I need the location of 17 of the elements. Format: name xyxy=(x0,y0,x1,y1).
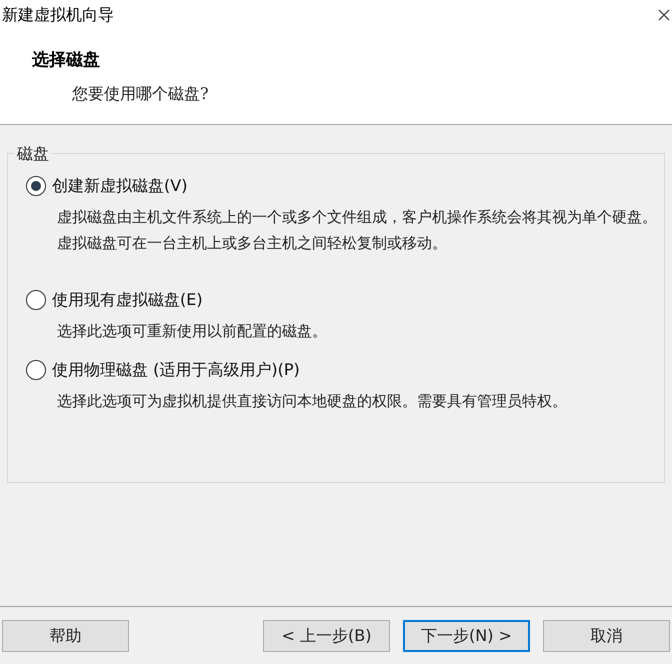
radio-option[interactable]: 使用物理磁盘 (适用于高级用户)(P) xyxy=(26,356,654,384)
close-icon[interactable] xyxy=(658,9,670,21)
option-description: 选择此选项可重新使用以前配置的磁盘。 xyxy=(57,321,328,342)
page-subtitle: 您要使用哪个磁盘? xyxy=(72,82,210,104)
radio-button[interactable] xyxy=(26,290,46,310)
radio-option[interactable]: 创建新虚拟磁盘(V) xyxy=(26,172,654,200)
radio-button[interactable] xyxy=(26,176,46,196)
radio-button[interactable] xyxy=(26,360,46,380)
radio-option[interactable]: 使用现有虚拟磁盘(E) xyxy=(26,286,654,314)
option-description: 选择此选项可为虚拟机提供直接访问本地硬盘的权限。需要具有管理员特权。 xyxy=(57,391,568,412)
window-title: 新建虚拟机向导 xyxy=(2,4,114,26)
page-heading: 选择磁盘 xyxy=(32,49,101,72)
dialog-button[interactable]: 下一步(N) > xyxy=(403,620,530,652)
option-description: 虚拟磁盘由主机文件系统上的一个或多个文件组成，客户机操作系统会将其视为单个硬盘。虚拟磁盘可在一台主机上或多台主机之间轻松复制或移动。 xyxy=(57,207,657,254)
dialog-button[interactable]: < 上一步(B) xyxy=(263,620,390,652)
dialog-button[interactable]: 帮助 xyxy=(2,620,129,652)
dialog-button[interactable]: 取消 xyxy=(543,620,670,652)
